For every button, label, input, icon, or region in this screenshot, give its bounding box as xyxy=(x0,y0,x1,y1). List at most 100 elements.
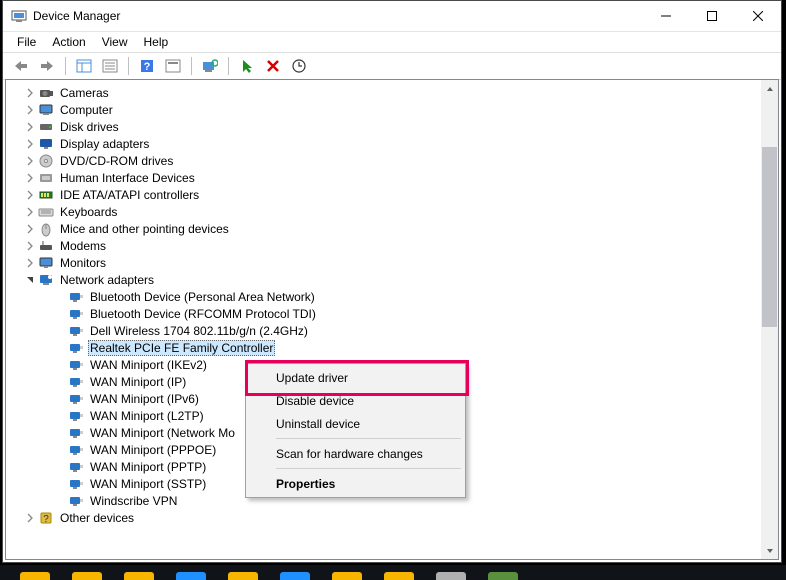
mouse-icon xyxy=(38,221,54,237)
chevron-right-icon[interactable] xyxy=(24,241,36,251)
scroll-down-arrow[interactable] xyxy=(761,542,778,559)
tree-item-label: WAN Miniport (PPPOE) xyxy=(88,443,218,457)
scroll-up-arrow[interactable] xyxy=(761,80,778,97)
tree-item[interactable]: Display adapters xyxy=(6,135,761,152)
enable-button[interactable] xyxy=(235,54,259,78)
menu-file[interactable]: File xyxy=(9,33,44,51)
taskbar-item[interactable] xyxy=(72,572,102,580)
tree-item-label: WAN Miniport (IP) xyxy=(88,375,188,389)
tree-item-label: Keyboards xyxy=(58,205,119,219)
menu-view[interactable]: View xyxy=(94,33,136,51)
context-menu: Update driver Disable device Uninstall d… xyxy=(245,363,466,498)
scroll-track[interactable] xyxy=(761,97,778,542)
tree-item-label: DVD/CD-ROM drives xyxy=(58,154,175,168)
chevron-right-icon[interactable] xyxy=(24,156,36,166)
tree-item[interactable]: DVD/CD-ROM drives xyxy=(6,152,761,169)
tree-item-label: WAN Miniport (IKEv2) xyxy=(88,358,209,372)
help-button[interactable]: ? xyxy=(135,54,159,78)
tree-item[interactable]: Mice and other pointing devices xyxy=(6,220,761,237)
menu-action[interactable]: Action xyxy=(44,33,93,51)
chevron-right-icon[interactable] xyxy=(24,207,36,217)
back-button[interactable] xyxy=(9,54,33,78)
ctx-disable-device[interactable]: Disable device xyxy=(248,389,463,412)
forward-button[interactable] xyxy=(35,54,59,78)
taskbar-item[interactable] xyxy=(280,572,310,580)
tree-item-label: Other devices xyxy=(58,511,136,525)
keyboard-icon xyxy=(38,204,54,220)
tree-item-label: WAN Miniport (SSTP) xyxy=(88,477,208,491)
taskbar-item[interactable] xyxy=(124,572,154,580)
tree-item[interactable]: Network adapters xyxy=(6,271,761,288)
tree-item[interactable]: Cameras xyxy=(6,84,761,101)
show-hide-tree-button[interactable] xyxy=(72,54,96,78)
chevron-right-icon[interactable] xyxy=(24,173,36,183)
minimize-button[interactable] xyxy=(643,1,689,31)
netadapter-icon xyxy=(68,323,84,339)
tree-item-label: Modems xyxy=(58,239,108,253)
chevron-right-icon[interactable] xyxy=(24,513,36,523)
chevron-right-icon[interactable] xyxy=(24,139,36,149)
netadapter-icon xyxy=(68,391,84,407)
chevron-right-icon[interactable] xyxy=(24,258,36,268)
tree-item-label: IDE ATA/ATAPI controllers xyxy=(58,188,201,202)
taskbar-item[interactable] xyxy=(384,572,414,580)
tree-item[interactable]: Human Interface Devices xyxy=(6,169,761,186)
maximize-button[interactable] xyxy=(689,1,735,31)
tree-item[interactable]: ? Other devices xyxy=(6,509,761,526)
taskbar-item[interactable] xyxy=(488,572,518,580)
chevron-right-icon[interactable] xyxy=(24,88,36,98)
menubar: File Action View Help xyxy=(3,32,781,52)
taskbar-item[interactable] xyxy=(20,572,50,580)
network-icon xyxy=(38,272,54,288)
chevron-right-icon[interactable] xyxy=(24,224,36,234)
netadapter-icon xyxy=(68,442,84,458)
taskbar-item[interactable] xyxy=(332,572,362,580)
tree-item[interactable]: Keyboards xyxy=(6,203,761,220)
menu-help[interactable]: Help xyxy=(136,33,177,51)
tree-item[interactable]: Bluetooth Device (Personal Area Network) xyxy=(6,288,761,305)
ide-icon xyxy=(38,187,54,203)
ctx-properties[interactable]: Properties xyxy=(248,472,463,495)
taskbar-item[interactable] xyxy=(228,572,258,580)
toolbar-separator xyxy=(65,57,66,75)
chevron-right-icon[interactable] xyxy=(24,105,36,115)
taskbar-item[interactable] xyxy=(436,572,466,580)
hid-icon xyxy=(38,170,54,186)
tree-item[interactable]: Modems xyxy=(6,237,761,254)
chevron-down-icon[interactable] xyxy=(24,275,36,285)
scan-hardware-button[interactable] xyxy=(198,54,222,78)
tree-item[interactable]: Dell Wireless 1704 802.11b/g/n (2.4GHz) xyxy=(6,322,761,339)
vertical-scrollbar[interactable] xyxy=(761,80,778,559)
update-button[interactable] xyxy=(287,54,311,78)
app-icon xyxy=(11,8,27,24)
taskbar-item[interactable] xyxy=(176,572,206,580)
tree-item-label: Display adapters xyxy=(58,137,151,151)
scroll-thumb[interactable] xyxy=(762,147,777,327)
chevron-right-icon[interactable] xyxy=(24,190,36,200)
netadapter-icon xyxy=(68,408,84,424)
tree-item[interactable]: Realtek PCIe FE Family Controller xyxy=(6,339,761,356)
close-button[interactable] xyxy=(735,1,781,31)
tree-item[interactable]: Computer xyxy=(6,101,761,118)
ctx-update-driver[interactable]: Update driver xyxy=(248,366,463,389)
tree-item-label: Disk drives xyxy=(58,120,121,134)
tree-item[interactable]: Bluetooth Device (RFCOMM Protocol TDI) xyxy=(6,305,761,322)
tree-item-label: Windscribe VPN xyxy=(88,494,179,508)
tree-item[interactable]: Monitors xyxy=(6,254,761,271)
chevron-right-icon[interactable] xyxy=(24,122,36,132)
svg-text:?: ? xyxy=(43,514,49,525)
tree-item-label: Computer xyxy=(58,103,115,117)
tree-item-label: Dell Wireless 1704 802.11b/g/n (2.4GHz) xyxy=(88,324,310,338)
properties-button[interactable] xyxy=(98,54,122,78)
taskbar[interactable] xyxy=(0,565,786,580)
tree-item[interactable]: Disk drives xyxy=(6,118,761,135)
ctx-scan-hardware[interactable]: Scan for hardware changes xyxy=(248,442,463,465)
disk-icon xyxy=(38,119,54,135)
titlebar: Device Manager xyxy=(3,1,781,32)
display-icon xyxy=(38,136,54,152)
netadapter-icon xyxy=(68,374,84,390)
tree-item[interactable]: IDE ATA/ATAPI controllers xyxy=(6,186,761,203)
ctx-uninstall-device[interactable]: Uninstall device xyxy=(248,412,463,435)
uninstall-button[interactable] xyxy=(261,54,285,78)
action-button[interactable] xyxy=(161,54,185,78)
